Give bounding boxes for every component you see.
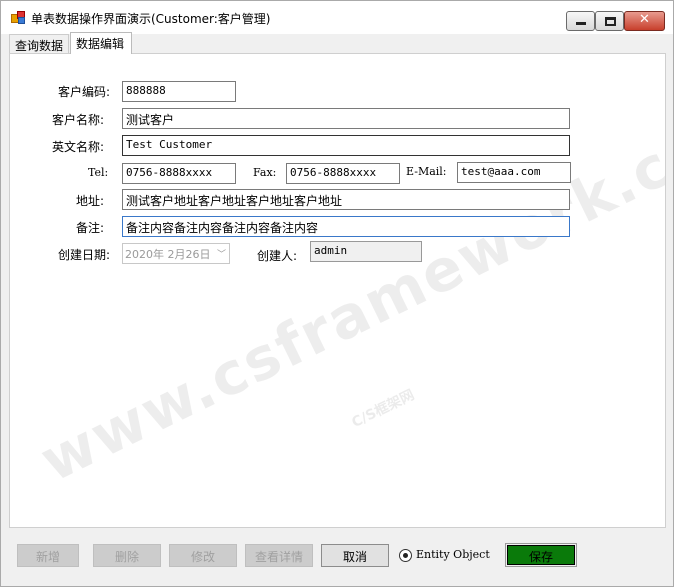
tel-field[interactable]: 0756-8888xxxx: [122, 163, 236, 184]
main-window: 单表数据操作界面演示(Customer:客户管理) ✕ 查询数据 数据编辑 ww…: [0, 0, 674, 587]
minimize-button[interactable]: [566, 11, 595, 31]
save-button[interactable]: 保存: [505, 543, 577, 567]
window-controls: ✕: [566, 11, 665, 31]
tab-data-edit[interactable]: 数据编辑: [70, 32, 132, 54]
chevron-down-icon[interactable]: ﹀: [217, 247, 226, 260]
maximize-button[interactable]: [595, 11, 624, 31]
creator-field: admin: [310, 241, 422, 262]
edit-button[interactable]: 修改: [169, 544, 237, 567]
fax-field[interactable]: 0756-8888xxxx: [286, 163, 400, 184]
edit-panel: www.csframework.com C/S框架网 客户编码: 888888 …: [9, 53, 666, 528]
tel-label: Tel:: [88, 166, 109, 179]
create-date-label: 创建日期:: [58, 248, 111, 262]
english-name-field[interactable]: Test Customer: [122, 135, 570, 156]
creator-label: 创建人:: [257, 249, 298, 263]
create-date-picker[interactable]: 2020年 2月26日 ﹀: [122, 243, 230, 264]
email-label: E-Mail:: [406, 165, 447, 178]
cancel-button[interactable]: 取消: [321, 544, 389, 567]
fax-label: Fax:: [253, 166, 277, 179]
minimize-icon: [576, 22, 586, 25]
customer-code-field[interactable]: 888888: [122, 81, 236, 102]
english-name-label: 英文名称:: [52, 140, 105, 154]
tab-strip: 查询数据 数据编辑: [9, 32, 667, 54]
app-icon: [11, 11, 27, 25]
close-button[interactable]: ✕: [624, 11, 665, 31]
tab-query-data[interactable]: 查询数据: [9, 34, 69, 54]
customer-name-label: 客户名称:: [52, 113, 105, 127]
window-title: 单表数据操作界面演示(Customer:客户管理): [31, 12, 271, 26]
create-date-value: 2020年 2月26日: [125, 248, 211, 261]
email-field[interactable]: test@aaa.com: [457, 162, 571, 183]
remark-field[interactable]: 备注内容备注内容备注内容备注内容: [122, 216, 570, 237]
watermark-subtext: C/S框架网: [349, 387, 417, 432]
remark-label: 备注:: [76, 221, 105, 235]
entity-object-label[interactable]: Entity Object: [416, 548, 490, 561]
maximize-icon: [605, 17, 616, 26]
view-details-button[interactable]: 查看详情: [245, 544, 313, 567]
address-label: 地址:: [76, 194, 105, 208]
close-icon: ✕: [639, 12, 650, 27]
radio-selected-dot: [403, 553, 408, 558]
title-bar[interactable]: 单表数据操作界面演示(Customer:客户管理) ✕: [1, 1, 673, 34]
customer-name-field[interactable]: 测试客户: [122, 108, 570, 129]
customer-code-label: 客户编码:: [58, 85, 111, 99]
add-button[interactable]: 新增: [17, 544, 79, 567]
entity-object-radio[interactable]: [399, 549, 412, 562]
address-field[interactable]: 测试客户地址客户地址客户地址客户地址: [122, 189, 570, 210]
delete-button[interactable]: 删除: [93, 544, 161, 567]
